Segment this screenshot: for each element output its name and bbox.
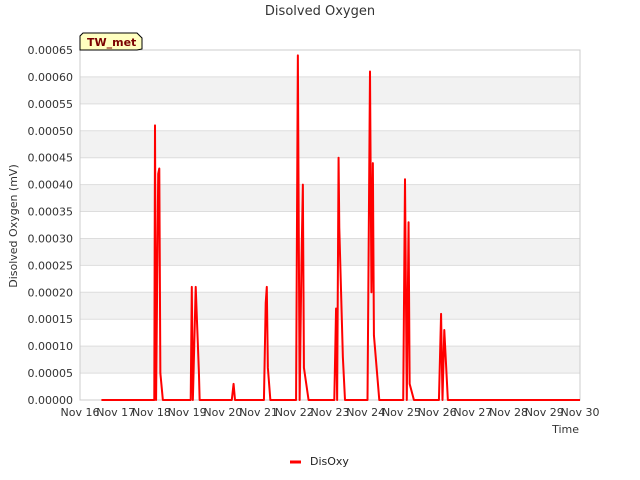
x-tick-label: Nov 26 — [418, 406, 457, 419]
legend-label-disoxy: DisOxy — [310, 455, 349, 468]
y-tick-label: 0.00035 — [28, 206, 74, 219]
x-axis-title: Time — [551, 423, 579, 436]
x-tick-label: Nov 17 — [96, 406, 135, 419]
y-tick-label: 0.00065 — [28, 44, 74, 57]
y-tick-label: 0.00010 — [28, 340, 74, 353]
x-tick-label: Nov 18 — [132, 406, 171, 419]
x-axis-ticks: Nov 16Nov 17Nov 18Nov 19Nov 20Nov 21Nov … — [61, 406, 600, 419]
x-tick-label: Nov 21 — [239, 406, 278, 419]
legend: DisOxy — [290, 455, 349, 468]
x-tick-label: Nov 20 — [203, 406, 242, 419]
site-badge-label: TW_met — [87, 36, 136, 49]
y-axis-ticks: 0.000000.000050.000100.000150.000200.000… — [28, 44, 74, 407]
chart: 0.000000.000050.000100.000150.000200.000… — [7, 4, 600, 468]
x-tick-label: Nov 16 — [61, 406, 100, 419]
y-axis-title: Disolved Oxygen (mV) — [7, 164, 20, 288]
y-tick-label: 0.00060 — [28, 71, 74, 84]
grid-band — [80, 76, 580, 104]
y-tick-label: 0.00015 — [28, 313, 74, 326]
chart-title: Disolved Oxygen — [265, 4, 375, 19]
x-tick-label: Nov 28 — [489, 406, 528, 419]
x-tick-label: Nov 19 — [168, 406, 207, 419]
x-tick-label: Nov 22 — [275, 406, 314, 419]
y-tick-label: 0.00025 — [28, 259, 74, 272]
y-tick-label: 0.00040 — [28, 179, 74, 192]
y-tick-label: 0.00020 — [28, 286, 74, 299]
x-tick-label: Nov 24 — [346, 406, 385, 419]
y-tick-label: 0.00005 — [28, 367, 74, 380]
x-tick-label: Nov 29 — [525, 406, 564, 419]
y-tick-label: 0.00055 — [28, 98, 74, 111]
x-tick-label: Nov 25 — [382, 406, 421, 419]
y-tick-label: 0.00030 — [28, 232, 74, 245]
y-tick-label: 0.00045 — [28, 152, 74, 165]
y-tick-label: 0.00050 — [28, 125, 74, 138]
x-tick-label: Nov 23 — [311, 406, 350, 419]
x-tick-label: Nov 27 — [453, 406, 492, 419]
site-badge: TW_met — [79, 32, 143, 51]
x-tick-label: Nov 30 — [561, 406, 600, 419]
